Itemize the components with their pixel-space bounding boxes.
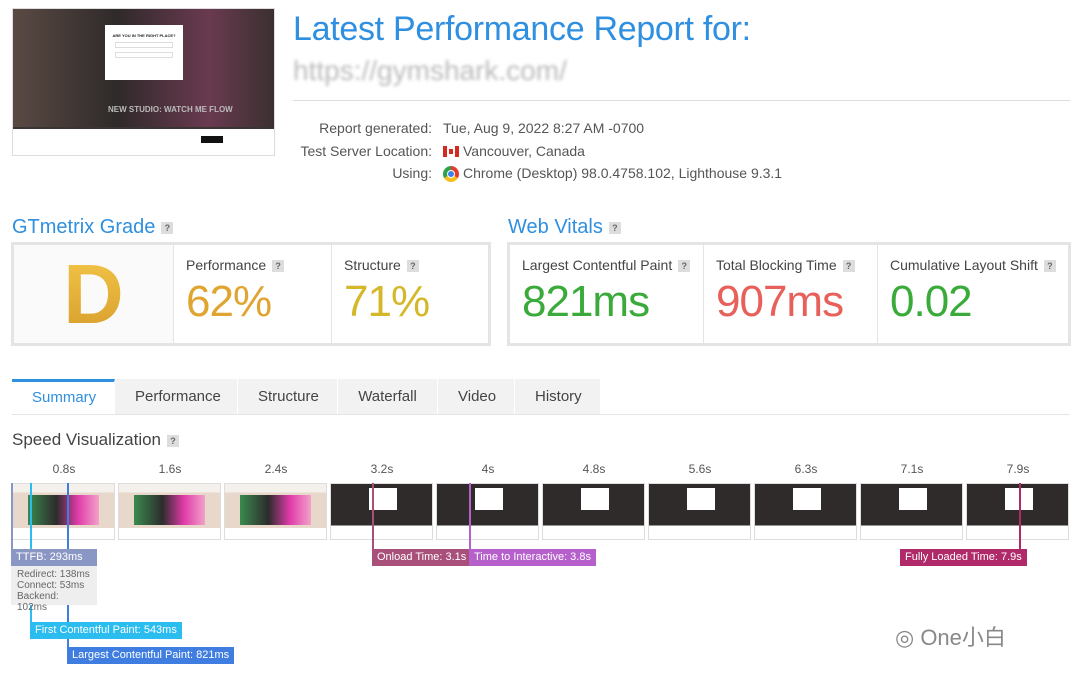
grade-cell: D (14, 245, 174, 343)
report-tabs: Summary Performance Structure Waterfall … (12, 379, 601, 414)
tbt-value: 907ms (716, 277, 844, 326)
grade-panel: D Performance? 62% Structure? 71% (11, 242, 491, 346)
cls-value: 0.02 (890, 277, 973, 326)
value: Vancouver, Canada (463, 143, 585, 159)
time-tick: 6.3s (794, 462, 818, 476)
ttfb-marker-line (11, 483, 13, 549)
heading-text: GTmetrix Grade (12, 216, 156, 238)
help-icon[interactable]: ? (608, 221, 621, 234)
ttfb-label: TTFB: 293ms (11, 549, 97, 566)
tbt-cell: Total Blocking Time? 907ms (704, 245, 878, 343)
filmstrip-frame[interactable] (12, 483, 115, 540)
help-icon[interactable]: ? (272, 260, 285, 273)
cls-cell: Cumulative Layout Shift? 0.02 (878, 245, 1068, 343)
structure-label: Structure (344, 257, 401, 273)
time-tick: 2.4s (264, 462, 288, 476)
lcp-cell: Largest Contentful Paint? 821ms (510, 245, 704, 343)
using-row: Using: Chrome (Desktop) 98.0.4758.102, L… (232, 165, 1032, 185)
modal-title: ARE YOU IN THE RIGHT PLACE? (112, 33, 176, 38)
tab-summary[interactable]: Summary (12, 379, 115, 414)
web-vitals-panel: Largest Contentful Paint? 821ms Total Bl… (507, 242, 1071, 346)
tab-structure[interactable]: Structure (238, 379, 338, 414)
grade-letter: D (63, 246, 124, 341)
report-generated-row: Report generated: Tue, Aug 9, 2022 8:27 … (232, 120, 1032, 140)
help-icon[interactable]: ? (161, 221, 174, 234)
gtmetrix-grade-heading: GTmetrix Grade? (12, 216, 174, 239)
time-tick: 4s (481, 462, 495, 476)
filmstrip-frame[interactable] (542, 483, 645, 540)
tab-performance[interactable]: Performance (115, 379, 238, 414)
help-icon[interactable]: ? (167, 434, 180, 447)
report-url[interactable]: https://gymshark.com/ (293, 55, 567, 87)
divider (293, 100, 1070, 101)
cls-label: Cumulative Layout Shift (890, 257, 1038, 273)
connect-time: Connect: 53ms (17, 580, 85, 591)
filmstrip-frame[interactable] (436, 483, 539, 540)
fully-loaded-label: Fully Loaded Time: 7.9s (900, 549, 1027, 566)
tbt-label: Total Blocking Time (716, 257, 837, 273)
value: Tue, Aug 9, 2022 8:27 AM -0700 (443, 120, 645, 136)
tti-marker-line (469, 483, 471, 549)
help-icon[interactable]: ? (406, 260, 419, 273)
ttfb-breakdown: Redirect: 138ms Connect: 53ms Backend: 1… (11, 566, 97, 613)
time-tick: 7.1s (900, 462, 924, 476)
structure-cell: Structure? 71% (332, 245, 488, 343)
backend-time: Backend: 102ms (17, 591, 59, 613)
time-tick: 1.6s (158, 462, 182, 476)
filmstrip-frame[interactable] (754, 483, 857, 540)
lcp-label: Largest Contentful Paint (522, 257, 673, 273)
performance-cell: Performance? 62% (174, 245, 332, 343)
web-vitals-heading: Web Vitals? (508, 216, 621, 239)
fcp-label: First Contentful Paint: 543ms (30, 622, 182, 639)
help-icon[interactable]: ? (1043, 260, 1056, 273)
value: Chrome (Desktop) 98.0.4758.102, Lighthou… (463, 165, 783, 181)
label: Report generated: (319, 120, 432, 136)
watermark-text: One小白 (920, 625, 1006, 650)
server-location-row: Test Server Location: Vancouver, Canada (232, 143, 1032, 163)
tti-label: Time to Interactive: 3.8s (469, 549, 596, 566)
time-tick: 3.2s (370, 462, 394, 476)
onload-marker-line (372, 483, 374, 549)
filmstrip-frame[interactable] (224, 483, 327, 540)
help-icon[interactable]: ? (678, 260, 691, 273)
page-title: Latest Performance Report for: (293, 10, 751, 48)
performance-score: 62% (186, 277, 272, 326)
label: Test Server Location: (300, 143, 432, 159)
lcp-value: 821ms (522, 277, 650, 326)
time-tick: 5.6s (688, 462, 712, 476)
tab-divider (12, 414, 1070, 415)
watermark: ◎ One小白 (895, 625, 1006, 650)
label: Using: (392, 165, 432, 181)
onload-label: Onload Time: 3.1s (372, 549, 472, 566)
tab-video[interactable]: Video (438, 379, 515, 414)
help-icon[interactable]: ? (842, 260, 855, 273)
tab-waterfall[interactable]: Waterfall (338, 379, 438, 414)
time-tick: 0.8s (52, 462, 76, 476)
hero-text: NEW STUDIO: WATCH ME FLOW (108, 105, 233, 114)
fully-loaded-marker-line (1019, 483, 1021, 549)
lcp-label: Largest Contentful Paint: 821ms (67, 647, 235, 664)
heading-text: Web Vitals (508, 216, 603, 238)
filmstrip-frame[interactable] (648, 483, 751, 540)
speed-visualization-heading: Speed Visualization? (12, 430, 180, 450)
region-modal: ARE YOU IN THE RIGHT PLACE? (105, 25, 183, 80)
heading-text: Speed Visualization (12, 430, 162, 449)
filmstrip-frame[interactable] (860, 483, 963, 540)
canada-flag-icon (443, 146, 459, 157)
redirect-time: Redirect: 138ms (17, 569, 90, 580)
structure-score: 71% (344, 277, 430, 326)
filmstrip-frame[interactable] (118, 483, 221, 540)
filmstrip-frame[interactable] (330, 483, 433, 540)
tab-history[interactable]: History (515, 379, 601, 414)
time-tick: 4.8s (582, 462, 606, 476)
filmstrip-frame[interactable] (966, 483, 1069, 540)
chrome-icon (443, 166, 459, 182)
performance-label: Performance (186, 257, 267, 273)
time-tick: 7.9s (1006, 462, 1030, 476)
